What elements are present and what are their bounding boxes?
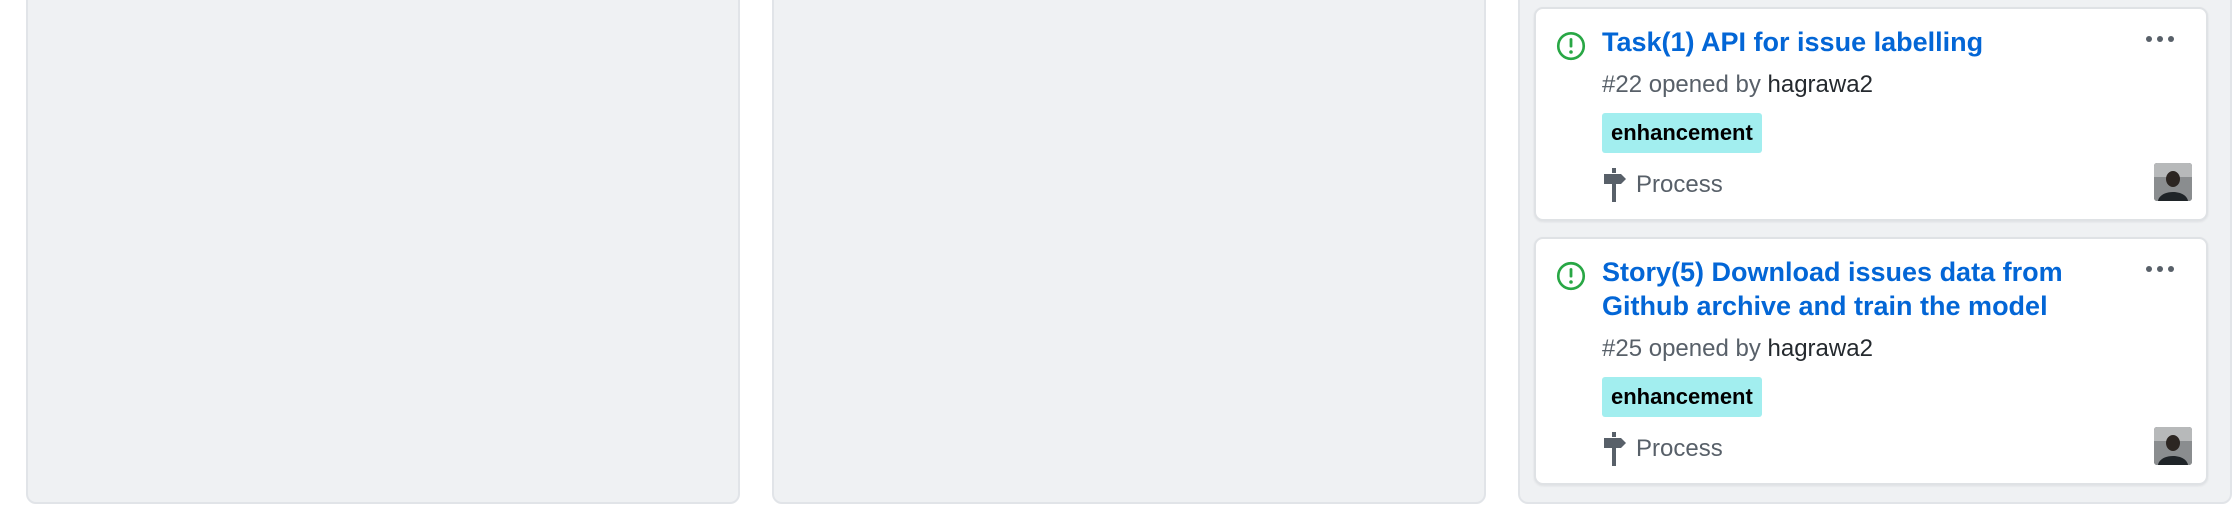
issue-card[interactable]: Task(1) API for issue labelling #22 open… bbox=[1534, 7, 2208, 221]
project-column-1 bbox=[26, 0, 740, 504]
issue-meta: #25 opened by hagrawa2 bbox=[1602, 334, 1873, 364]
issue-title-link[interactable]: Story(5) Download issues data from Githu… bbox=[1602, 255, 2102, 323]
kebab-horizontal-icon[interactable] bbox=[2144, 29, 2176, 49]
issue-number: #25 bbox=[1602, 335, 1643, 362]
assignee-avatar[interactable] bbox=[2154, 163, 2192, 201]
issue-number: #22 bbox=[1602, 71, 1643, 98]
issue-title-link[interactable]: Task(1) API for issue labelling bbox=[1602, 25, 2102, 59]
issue-opened-icon bbox=[1556, 31, 1586, 61]
milestone-icon bbox=[1604, 168, 1626, 202]
opened-by-text: opened by bbox=[1648, 71, 1761, 98]
milestone-icon bbox=[1604, 432, 1626, 466]
issue-meta: #22 opened by hagrawa2 bbox=[1602, 70, 1873, 100]
milestone-label: Process bbox=[1636, 171, 1723, 198]
milestone-link[interactable]: Process bbox=[1602, 432, 1723, 466]
issue-author-link[interactable]: hagrawa2 bbox=[1768, 71, 1873, 98]
milestone-label: Process bbox=[1636, 435, 1723, 462]
project-column-2 bbox=[772, 0, 1486, 504]
issue-author-link[interactable]: hagrawa2 bbox=[1768, 335, 1873, 362]
opened-by-text: opened by bbox=[1648, 335, 1761, 362]
label-enhancement[interactable]: enhancement bbox=[1602, 377, 1762, 417]
milestone-link[interactable]: Process bbox=[1602, 168, 1723, 202]
issue-opened-icon bbox=[1556, 261, 1586, 291]
kebab-horizontal-icon[interactable] bbox=[2144, 259, 2176, 279]
issue-card[interactable]: Story(5) Download issues data from Githu… bbox=[1534, 237, 2208, 485]
assignee-avatar[interactable] bbox=[2154, 427, 2192, 465]
label-enhancement[interactable]: enhancement bbox=[1602, 113, 1762, 153]
